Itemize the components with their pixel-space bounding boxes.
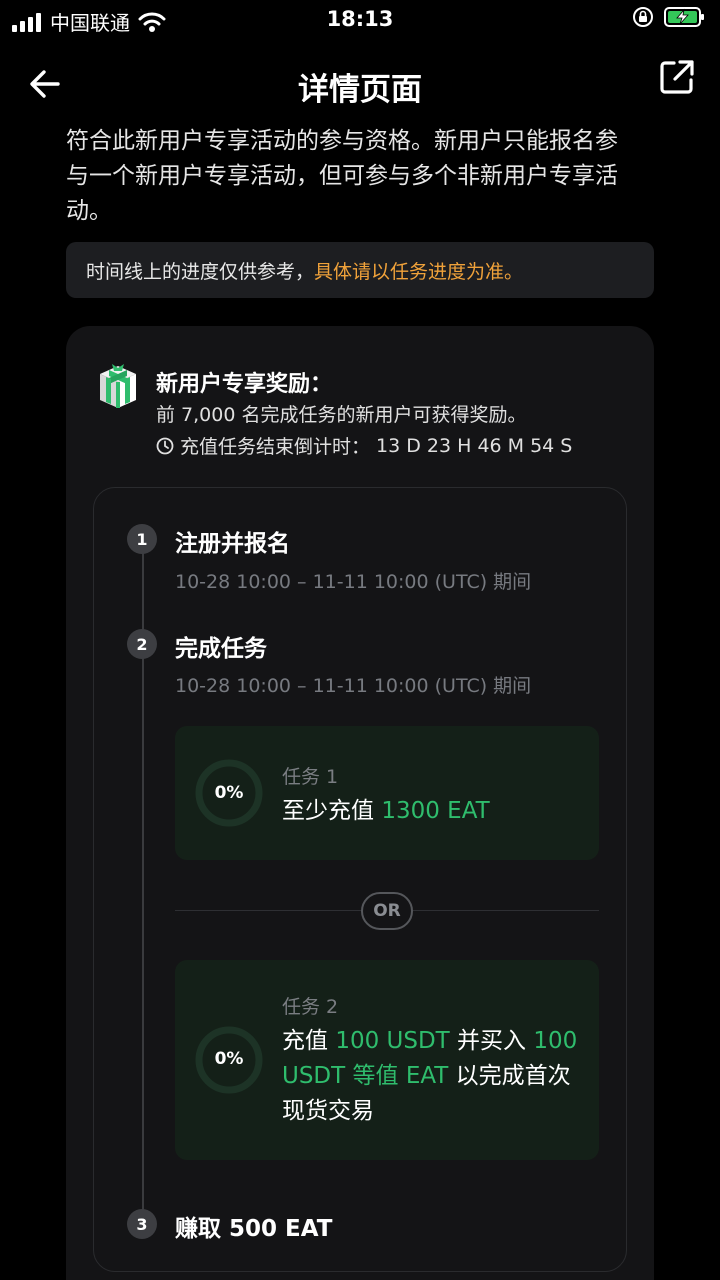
or-divider: OR [175,890,599,930]
countdown-label: 充值任务结束倒计时： [180,436,371,458]
eligibility-text: 符合此新用户专享活动的参与资格。新用户只能报名参 与一个新用户专享活动，但可参与… [66,128,618,224]
reward-description: 前 7,000 名完成任务的新用户可获得奖励。 [156,404,527,426]
task-label: 任务 1 [282,766,339,788]
task-description: 至少充值 1300 EAT [282,798,490,824]
or-badge: OR [361,892,413,930]
status-bar: 中国联通 18:13 [0,0,720,40]
task-label: 任务 2 [282,996,339,1018]
rotation-lock-icon [633,7,653,27]
reward-title: 新用户专享奖励： [156,372,333,397]
reward-card: 新用户专享奖励： 前 7,000 名完成任务的新用户可获得奖励。 充值任务结束倒… [66,326,654,1280]
countdown: 充值任务结束倒计时： 13 D 23 H 46 M 54 S [156,432,572,459]
step-number: 2 [127,629,157,659]
task-card-2[interactable]: 0% 任务 2 充值 100 USDT 并买入 100 USDT 等值 EAT … [175,960,599,1160]
progress-notice: 时间线上的进度仅供参考， 具体请以任务进度为准。 [66,242,654,298]
step-title: 注册并报名 [175,531,290,557]
progress-percent: 0% [214,1049,244,1069]
step-time: 10-28 10:00 – 11-11 10:00 (UTC) 期间 [175,675,532,697]
step-time: 10-28 10:00 – 11-11 10:00 (UTC) 期间 [175,571,532,593]
step-number: 1 [127,524,157,554]
step-number: 3 [127,1209,157,1239]
external-link-icon [660,60,694,94]
countdown-value: 13 D 23 H 46 M 54 S [376,434,573,457]
notice-text: 时间线上的进度仅供参考， [86,260,315,283]
notice-highlight: 具体请以任务进度为准。 [314,260,524,283]
clock: 18:13 [326,7,394,31]
task-description: 充值 100 USDT 并买入 100 USDT 等值 EAT 以完成首次现货交… [282,1028,578,1124]
clock-icon [156,437,174,454]
gift-box-icon [100,364,136,408]
task-timeline: 1 注册并报名 10-28 10:00 – 11-11 10:00 (UTC) … [93,487,627,1272]
nav-bar: 详情页面 [0,50,720,120]
task-card-1[interactable]: 0% 任务 1 至少充值 1300 EAT [175,726,599,860]
progress-percent: 0% [214,783,244,803]
page-title: 详情页面 [298,72,422,108]
share-button[interactable] [658,58,698,98]
battery-charging-icon [664,7,704,27]
step-title: 赚取 500 EAT [175,1216,333,1242]
step-title: 完成任务 [175,636,267,662]
